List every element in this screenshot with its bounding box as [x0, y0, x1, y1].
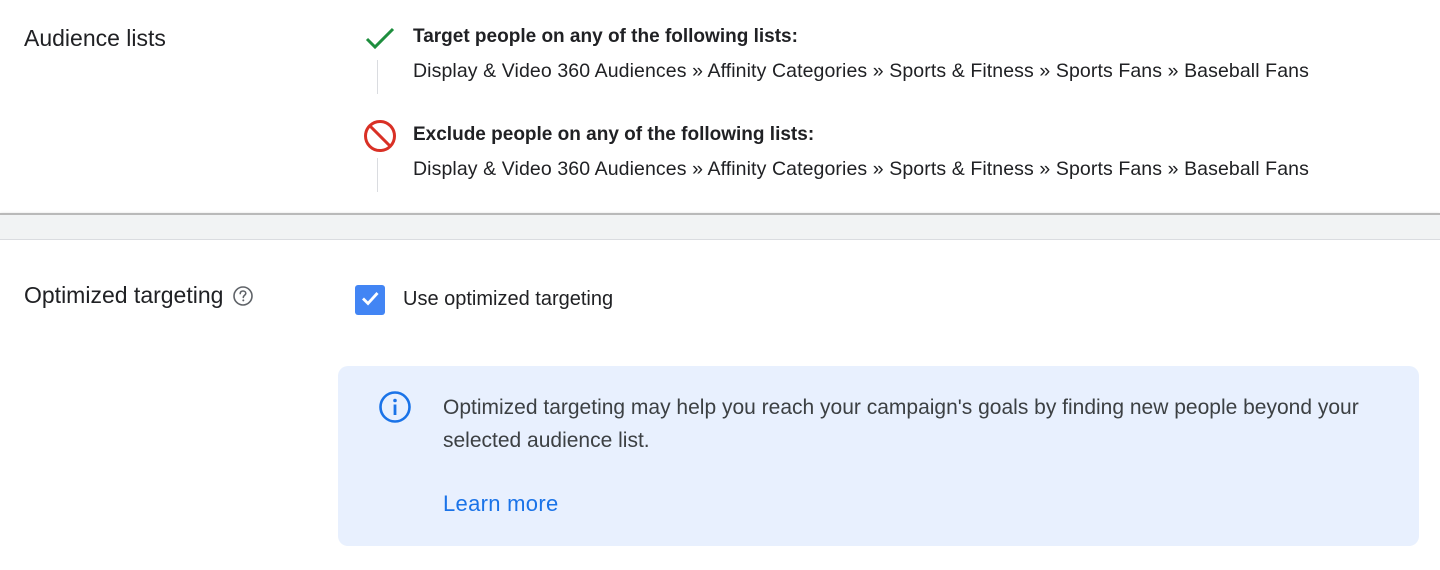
audience-lists-label-text: Audience lists — [24, 25, 166, 51]
check-icon — [362, 22, 398, 58]
info-icon — [378, 390, 412, 429]
audience-lists-label: Audience lists — [24, 25, 166, 52]
optimized-targeting-checkbox[interactable] — [355, 285, 385, 315]
optimized-targeting-label: Optimized targeting — [24, 282, 254, 309]
exclude-audience-path: Display & Video 360 Audiences » Affinity… — [413, 158, 1309, 180]
section-gap — [0, 215, 1440, 239]
checkmark-icon — [359, 287, 381, 314]
include-connector-line — [377, 60, 378, 94]
section-divider-bottom — [0, 239, 1440, 240]
block-icon — [362, 120, 398, 156]
optimized-targeting-checkbox-label[interactable]: Use optimized targeting — [403, 288, 613, 311]
exclude-connector-line — [377, 158, 378, 192]
help-circle-icon[interactable] — [232, 285, 254, 307]
include-audience-path: Display & Video 360 Audiences » Affinity… — [413, 60, 1309, 82]
optimized-targeting-label-text: Optimized targeting — [24, 282, 224, 308]
info-banner-text: Optimized targeting may help you reach y… — [443, 396, 1359, 452]
include-title: Target people on any of the following li… — [413, 26, 798, 47]
optimized-targeting-info-banner: Optimized targeting may help you reach y… — [338, 366, 1419, 546]
learn-more-link[interactable]: Learn more — [443, 491, 559, 517]
exclude-title: Exclude people on any of the following l… — [413, 124, 815, 145]
